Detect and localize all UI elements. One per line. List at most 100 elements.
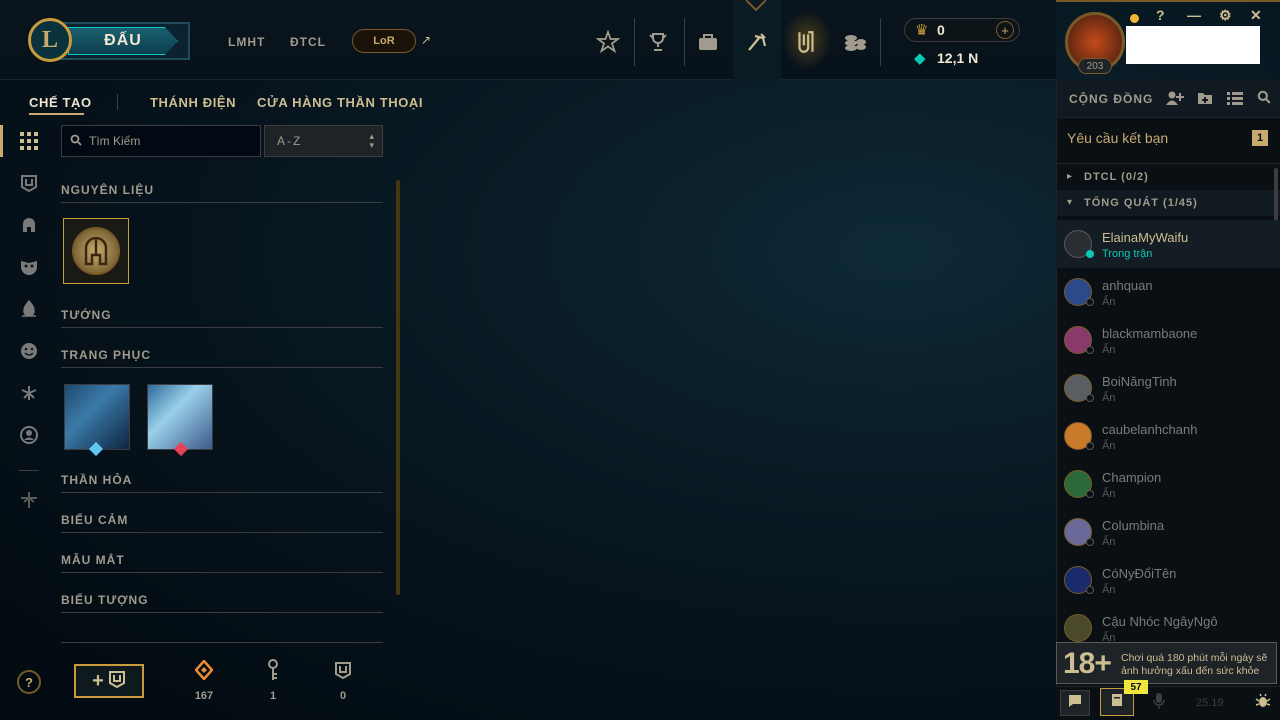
list-item[interactable]: blackmambaone Ẩn (1056, 316, 1280, 364)
chest-icon (328, 658, 358, 682)
list-item[interactable]: Champion Ẩn (1056, 460, 1280, 508)
group-dtcl[interactable]: ▸ DTCL (0/2) (1057, 164, 1280, 190)
status-dot (1086, 394, 1094, 402)
list-item[interactable]: anhquan Ẩn (1056, 268, 1280, 316)
store-icon[interactable] (835, 22, 875, 62)
tft-icon[interactable] (737, 22, 777, 62)
status-dot (1086, 586, 1094, 594)
divider (19, 470, 39, 471)
category-skins: TRANG PHỤC (61, 348, 151, 362)
friend-name: Cậu Nhóc NgâyNgô (1102, 614, 1218, 629)
loot-tile-skin[interactable] (147, 384, 213, 457)
category-champions: TƯỚNG (61, 308, 112, 322)
active-subtab-underline (29, 113, 84, 115)
chat-button[interactable] (1060, 690, 1090, 716)
nav-link-lmht[interactable]: LMHT (228, 35, 265, 49)
list-item[interactable]: Columbina Ẩn (1056, 508, 1280, 556)
list-item[interactable]: ElainaMyWaifu Trong trận (1056, 220, 1280, 268)
key-icon (258, 658, 288, 682)
category-wards: THẦN HỎA (61, 473, 133, 487)
close-icon[interactable]: ✕ (1250, 7, 1262, 24)
help-icon[interactable]: ? (1156, 7, 1165, 23)
summoner-name-box[interactable] (1126, 26, 1260, 64)
tab-crafting[interactable]: CHẾ TẠO (29, 95, 92, 110)
friend-name: blackmambaone (1102, 326, 1198, 341)
divider (61, 642, 383, 643)
list-item[interactable]: Cậu Nhóc NgâyNgô Ẩn (1056, 604, 1280, 642)
sort-dropdown[interactable]: A-Z ▴ ▾ (264, 125, 383, 157)
grid-icon[interactable] (19, 131, 39, 151)
search-field[interactable]: Tìm Kiếm (61, 125, 261, 157)
friend-requests-label: Yêu cầu kết bạn (1067, 130, 1169, 146)
loot-tile-skin[interactable] (64, 384, 130, 457)
add-friend-icon[interactable] (1166, 90, 1184, 111)
friend-status: Ẩn (1102, 584, 1116, 596)
sort-value: A-Z (277, 134, 303, 148)
client-version: 25.19 (1196, 697, 1224, 709)
league-logo[interactable]: L (28, 18, 72, 62)
divider (634, 18, 635, 66)
settings-icon[interactable]: ⚙ (1219, 7, 1232, 24)
friend-name: Columbina (1102, 518, 1165, 533)
profile-icon-icon[interactable] (19, 425, 39, 445)
helmet-icon[interactable] (19, 215, 39, 235)
bug-icon (1255, 693, 1271, 714)
age-warning-banner: 18+ Chơi quá 180 phút mỗi ngày sẽ ảnh hư… (1056, 642, 1277, 684)
external-link-icon: ↗ (421, 33, 432, 47)
craft-button[interactable]: + (74, 664, 144, 698)
friend-status: Ẩn (1102, 344, 1116, 356)
list-item[interactable]: CóNyĐổiTên Ẩn (1056, 556, 1280, 604)
age-warning-text: Chơi quá 180 phút mỗi ngày sẽ ảnh hưởng … (1121, 652, 1268, 677)
star-icon[interactable] (588, 22, 628, 62)
bag-icon[interactable] (688, 22, 728, 62)
scrollbar[interactable] (396, 180, 400, 595)
craft-plus: + (92, 669, 104, 692)
divider (61, 327, 383, 328)
emote-icon[interactable] (19, 341, 39, 361)
sort-chevron-icon: ▴ ▾ (369, 131, 374, 150)
bug-report-button[interactable] (1250, 690, 1276, 716)
tab-mythic-shop[interactable]: CỬA HÀNG THẦN THOẠI (257, 95, 423, 110)
friend-status: Ẩn (1102, 632, 1116, 642)
list-icon[interactable] (1227, 90, 1243, 111)
loot-icon[interactable] (786, 22, 826, 62)
key-count: 1 (269, 690, 277, 702)
level-badge: 203 (1078, 58, 1112, 74)
category-eyes: MẪU MẮT (61, 553, 125, 567)
nav-link-dtcl[interactable]: ĐTCL (290, 35, 326, 49)
friend-request-count: 1 (1252, 130, 1268, 146)
status-dot (1086, 538, 1094, 546)
ward-icon[interactable] (19, 299, 39, 319)
tft-item-icon[interactable] (19, 490, 39, 510)
status-dot (1086, 250, 1094, 258)
notch-chevron-icon (744, 0, 768, 14)
friend-status: Trong trận (1102, 248, 1153, 260)
loot-tile-material[interactable] (63, 218, 129, 284)
divider (61, 492, 383, 493)
friend-status: Ẩn (1102, 488, 1116, 500)
chest-icon[interactable] (19, 173, 39, 193)
blue-essence-value: 12,1 N (937, 50, 979, 66)
friend-name: anhquan (1102, 278, 1153, 293)
add-folder-icon[interactable] (1197, 90, 1213, 111)
friend-requests-row[interactable]: Yêu cầu kết bạn 1 (1057, 118, 1280, 164)
lor-button[interactable]: LoR (352, 29, 416, 53)
online-status-dot (1130, 14, 1139, 23)
divider (684, 18, 685, 66)
trophy-icon[interactable] (638, 22, 678, 62)
list-item[interactable]: BoiNăngTinh Ẩn (1056, 364, 1280, 412)
divider (61, 532, 383, 533)
add-rp-button[interactable]: + (996, 21, 1014, 39)
search-icon[interactable] (1257, 90, 1271, 109)
tab-sanctum[interactable]: THÁNH ĐIỆN (150, 95, 236, 110)
eye-skin-icon[interactable] (19, 383, 39, 403)
mask-icon[interactable] (19, 257, 39, 277)
collapsed-arrow-icon: ▸ (1067, 171, 1073, 182)
help-button[interactable]: ? (17, 670, 41, 694)
minimize-icon[interactable]: — (1187, 7, 1201, 23)
voice-button[interactable] (1144, 690, 1174, 716)
list-item[interactable]: caubelanhchanh Ẩn (1056, 412, 1280, 460)
play-button[interactable]: ĐẤU (56, 22, 190, 60)
group-general[interactable]: ▾ TỔNG QUÁT (1/45) (1057, 190, 1280, 216)
social-header: CỘNG ĐỒNG (1057, 80, 1280, 118)
